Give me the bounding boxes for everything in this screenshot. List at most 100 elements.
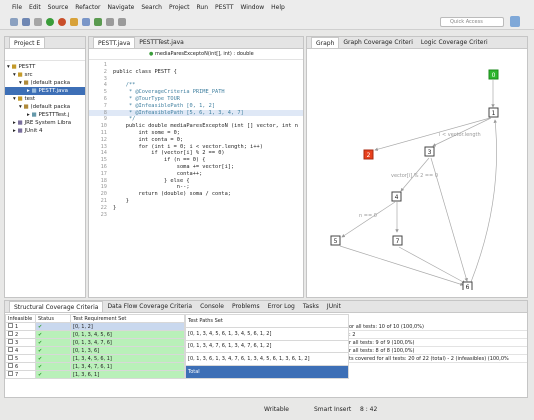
coverage-stat-line: r all tests: 9 of 9 (100,0%)	[349, 339, 527, 347]
infeasible-checkbox[interactable]: 5	[5, 354, 36, 363]
menu-file[interactable]: File	[12, 4, 22, 11]
tab-junit[interactable]: JUnit	[323, 301, 345, 312]
infeasible-checkbox[interactable]: 3	[5, 338, 36, 347]
package-folder-icon: ■	[17, 72, 23, 78]
menu-edit[interactable]: Edit	[29, 4, 41, 11]
requirement-row[interactable]: 4 ✔ [0, 1, 3, 6]	[5, 346, 185, 355]
test-path-row[interactable]: [0, 1, 3, 6, 1, 3, 4, 7, 6, 1, 3, 4, 5, …	[185, 352, 349, 367]
infeasible-checkbox[interactable]: 4	[5, 346, 36, 355]
debug-icon[interactable]	[58, 17, 66, 26]
folder-icon: ■	[11, 64, 17, 70]
svg-text:4: 4	[395, 194, 399, 201]
tree-item-default-package[interactable]: ▾ ■ (default packa	[5, 79, 85, 87]
infeasible-checkbox[interactable]: 7	[5, 370, 36, 379]
menu-source[interactable]: Source	[48, 4, 69, 11]
svg-text:5: 5	[334, 238, 338, 245]
code-text: int some = 0;	[113, 129, 180, 136]
tab-problems[interactable]: Problems	[228, 301, 264, 312]
infeasible-checkbox[interactable]: 2	[5, 330, 36, 339]
infeasible-checkbox[interactable]: 1	[5, 322, 36, 331]
menu-help[interactable]: Help	[271, 4, 285, 11]
next-annotation-icon[interactable]	[106, 17, 114, 26]
run-icon[interactable]	[46, 17, 54, 26]
requirement-row[interactable]: 1 ✔ [0, 1, 2]	[5, 322, 185, 331]
test-path-row[interactable]: [0, 1, 3, 4, 5, 6, 1, 3, 4, 5, 6, 1, 2]	[185, 326, 349, 341]
line-number: 7	[103, 102, 107, 109]
tab-data-flow[interactable]: Data Flow Coverage Criteria	[103, 301, 196, 312]
requirement-row[interactable]: 5 ✔ [1, 3, 4, 5, 6, 1]	[5, 354, 185, 363]
package-icon: ■	[23, 104, 29, 110]
coverage-icon[interactable]	[94, 17, 102, 26]
perspective-icon[interactable]	[510, 16, 520, 27]
requirement-row[interactable]: 2 ✔ [0, 1, 3, 4, 5, 6]	[5, 330, 185, 339]
print-icon[interactable]	[34, 17, 42, 26]
new-icon[interactable]	[10, 17, 18, 26]
tree-item-pestttest-java[interactable]: ▸ ■ PESTTTest.j	[5, 111, 85, 119]
code-line: 1	[89, 62, 303, 69]
tab-project-explorer[interactable]: Project E	[9, 37, 46, 48]
save-icon[interactable]	[22, 17, 30, 26]
java-file-icon: ■	[31, 88, 37, 94]
status-insert-mode: Smart Insert	[314, 406, 352, 413]
tab-error-log[interactable]: Error Log	[264, 301, 299, 312]
menu-navigate[interactable]: Navigate	[107, 4, 134, 11]
line-number: 10	[100, 123, 107, 130]
tab-console[interactable]: Console	[196, 301, 228, 312]
test-path-row[interactable]: [0, 1, 3, 4, 7, 6, 1, 3, 4, 7, 6, 1, 2]	[185, 339, 349, 354]
tab-graph[interactable]: Graph	[311, 37, 340, 48]
open-type-icon[interactable]	[70, 17, 78, 26]
menu-search[interactable]: Search	[141, 4, 162, 11]
edge-label-loop: i < vector.length	[439, 132, 481, 138]
line-number: 3	[103, 75, 107, 82]
line-number: 1	[103, 62, 107, 68]
line-number: 21	[100, 197, 107, 204]
quick-access-input[interactable]: Quick Access	[440, 17, 504, 27]
control-flow-graph[interactable]: i < vector.length vector[i] % 2 == 0 n =…	[307, 50, 527, 290]
tree-item-junit[interactable]: ▸ ■ JUnit 4	[5, 127, 85, 135]
line-number: 9	[103, 116, 107, 123]
requirement-path: [1, 3, 6, 1]	[70, 370, 185, 379]
svg-text:0: 0	[492, 72, 496, 79]
line-number: 12	[100, 136, 107, 143]
tree-item-pestt-java[interactable]: ▸ ■ PESTT.java	[5, 87, 85, 95]
menu-window[interactable]: Window	[241, 4, 265, 11]
tree-item-test[interactable]: ▾ ■ test	[5, 95, 85, 103]
code-line: 3	[89, 76, 303, 83]
menu-pestt[interactable]: PESTT	[215, 4, 233, 11]
tab-pestttest-java[interactable]: PESTTTest.java	[135, 37, 188, 48]
menu-run[interactable]: Run	[197, 4, 209, 11]
menu-bar: File Edit Source Refactor Navigate Searc…	[0, 0, 534, 14]
editor-tabbar: PESTT.java PESTTTest.java	[89, 37, 303, 49]
tree-item-default-package-test[interactable]: ▾ ■ (default packa	[5, 103, 85, 111]
tab-logic-coverage[interactable]: Logic Coverage Criteri	[417, 37, 492, 48]
tree-item-src[interactable]: ▾ ■ src	[5, 71, 85, 79]
test-path-cell: [0, 1, 3, 6, 1, 3, 4, 7, 6, 1, 3, 4, 5, …	[185, 352, 349, 367]
code-text: */	[113, 116, 136, 123]
prev-annotation-icon[interactable]	[118, 17, 126, 26]
status-check-icon: ✔	[35, 354, 71, 363]
java-file-icon: ■	[31, 112, 37, 118]
requirement-row[interactable]: 6 ✔ [1, 3, 4, 7, 6, 1]	[5, 362, 185, 371]
code-area[interactable]: 1 2 public class PESTT {3 4 /** 5 * @Coverag…	[89, 60, 303, 218]
coverage-stat-line: r all tests: 8 of 8 (100,0%)	[349, 347, 527, 355]
tab-pestt-java[interactable]: PESTT.java	[93, 37, 136, 48]
code-line: 19 n--;	[89, 184, 303, 191]
status-check-icon: ✔	[35, 338, 71, 347]
requirement-row[interactable]: 7 ✔ [1, 3, 6, 1]	[5, 370, 185, 379]
method-icon: ●	[149, 51, 154, 57]
tab-tasks[interactable]: Tasks	[299, 301, 323, 312]
test-path-row[interactable]: Total	[185, 365, 349, 379]
tree-item-jre[interactable]: ▸ ■ JRE System Libra	[5, 119, 85, 127]
tree-item-pestt[interactable]: ▾ ■ PESTT	[5, 63, 85, 71]
code-line: 20 return (double) soma / conta;	[89, 191, 303, 198]
tab-graph-coverage[interactable]: Graph Coverage Criteri	[339, 37, 416, 48]
code-line: 16 soma += vector[i];	[89, 164, 303, 171]
code-text: public class PESTT {	[113, 68, 177, 75]
tab-structural-coverage[interactable]: Structural Coverage Criteria	[9, 301, 104, 312]
menu-project[interactable]: Project	[169, 4, 190, 11]
search-icon[interactable]	[82, 17, 90, 26]
code-line: 2 public class PESTT {	[89, 69, 303, 76]
requirement-row[interactable]: 3 ✔ [0, 1, 3, 4, 7, 6]	[5, 338, 185, 347]
menu-refactor[interactable]: Refactor	[75, 4, 100, 11]
infeasible-checkbox[interactable]: 6	[5, 362, 36, 371]
